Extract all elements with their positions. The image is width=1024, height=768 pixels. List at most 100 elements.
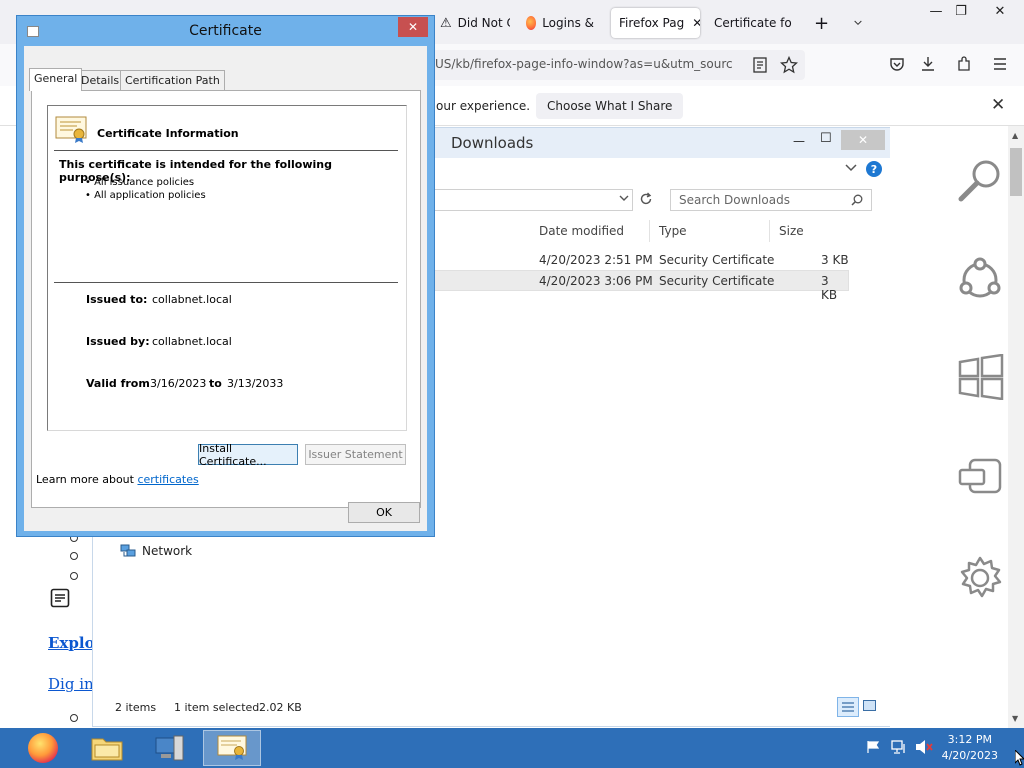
devices-charm-icon[interactable] <box>958 458 1002 498</box>
tab-logins[interactable]: Logins & <box>518 8 602 38</box>
tab-did-not[interactable]: ⚠ Did Not C <box>432 8 510 38</box>
close-window-icon[interactable]: ✕ <box>985 0 1015 22</box>
general-tab-panel: Certificate Information This certificate… <box>31 90 421 508</box>
volume-muted-icon[interactable] <box>915 739 933 755</box>
download-icon[interactable] <box>920 56 936 72</box>
row-size: 3 KB <box>821 253 849 267</box>
issuer-statement-button: Issuer Statement <box>305 444 406 465</box>
column-header-type[interactable]: Type <box>659 224 687 238</box>
tab-label: Did Not C <box>457 16 510 30</box>
help-icon[interactable]: ? <box>866 161 882 177</box>
tab-certification-path[interactable]: Certification Path <box>120 70 225 90</box>
file-row[interactable]: 4/20/2023 2:51 PM Security Certificate 3… <box>433 249 849 270</box>
divider <box>54 150 398 151</box>
explorer-title: Downloads <box>451 134 534 152</box>
bookmark-star-icon[interactable] <box>780 56 798 74</box>
tab-label: Logins & <box>542 16 594 30</box>
column-header-size[interactable]: Size <box>779 224 804 238</box>
install-certificate-button[interactable]: Install Certificate... <box>198 442 298 468</box>
windows-start-charm-icon[interactable] <box>958 354 1004 400</box>
scroll-up-icon[interactable]: ▲ <box>1012 131 1018 140</box>
close-dialog-icon[interactable]: ✕ <box>398 17 428 37</box>
tab-details[interactable]: Details <box>76 70 125 90</box>
notification-text: our experience. <box>436 99 531 113</box>
network-icon <box>120 544 136 557</box>
purpose-item: • All application policies <box>85 190 206 201</box>
maximize-icon[interactable]: ❐ <box>946 0 976 22</box>
column-divider[interactable] <box>769 220 770 242</box>
column-divider[interactable] <box>649 220 650 242</box>
taskbar: 3:12 PM 4/20/2023 <box>0 728 1024 768</box>
tab-label: Firefox Pag <box>619 16 685 30</box>
certificate-dialog: Certificate ✕ General Details Certificat… <box>16 15 435 537</box>
network-label: Network <box>142 544 193 558</box>
mouse-cursor-icon <box>1015 750 1024 766</box>
taskbar-clock[interactable]: 3:12 PM 4/20/2023 <box>942 732 998 764</box>
taskbar-certificate[interactable] <box>203 730 261 766</box>
purpose-text: All issuance policies <box>94 177 195 188</box>
network-tray-icon[interactable] <box>891 740 907 754</box>
flag-icon[interactable] <box>866 740 880 754</box>
ok-button[interactable]: OK <box>348 502 420 523</box>
minimize-icon[interactable]: — <box>793 134 805 148</box>
chevron-down-icon[interactable] <box>845 164 857 172</box>
issued-by-label: Issued by: <box>86 335 150 348</box>
purpose-item: • All issuance policies <box>85 177 195 188</box>
search-charm-icon[interactable] <box>956 156 1004 204</box>
scrollbar-thumb[interactable] <box>1010 148 1022 196</box>
file-row-selected[interactable]: 4/20/2023 3:06 PM Security Certificate 3… <box>433 270 849 302</box>
status-selected: 1 item selected <box>174 701 260 714</box>
pocket-icon[interactable] <box>889 56 905 72</box>
address-bar[interactable] <box>433 189 633 211</box>
new-tab-icon[interactable]: + <box>806 8 830 38</box>
refresh-icon[interactable] <box>639 192 653 206</box>
info-heading: Certificate Information <box>97 127 239 140</box>
firefox-icon <box>526 16 537 30</box>
close-tab-icon[interactable]: ✕ <box>692 16 700 30</box>
large-icons-view-icon[interactable] <box>863 700 876 711</box>
chevron-down-icon[interactable] <box>619 195 629 202</box>
taskbar-firefox[interactable] <box>14 730 72 766</box>
share-charm-icon[interactable] <box>956 254 1004 302</box>
dialog-title-bar: Certificate ✕ <box>17 16 434 46</box>
search-downloads-input[interactable]: Search Downloads <box>670 189 872 211</box>
choose-what-i-share-button[interactable]: Choose What I Share <box>536 93 684 119</box>
maximize-icon[interactable]: ☐ <box>820 131 832 146</box>
tab-label: Certificate for <box>714 16 792 30</box>
search-icon[interactable] <box>851 194 863 206</box>
url-bar[interactable]: US/kb/firefox-page-info-window?as=u&utm_… <box>425 50 805 80</box>
taskbar-server-manager[interactable] <box>141 730 199 766</box>
certificates-link[interactable]: certificates <box>137 473 198 486</box>
clock-date: 4/20/2023 <box>941 749 998 762</box>
extensions-icon[interactable] <box>956 56 972 72</box>
certificate-icon <box>55 116 87 144</box>
row-type: Security Certificate <box>659 253 775 267</box>
tab-general[interactable]: General <box>29 68 83 91</box>
taskbar-file-explorer[interactable] <box>78 730 136 766</box>
reader-view-icon[interactable] <box>753 57 767 73</box>
settings-gear-icon[interactable] <box>958 556 1002 600</box>
valid-to-label: to <box>209 377 222 390</box>
divider <box>54 282 398 283</box>
row-date: 4/20/2023 3:06 PM <box>539 274 653 288</box>
list-bullet <box>70 572 78 580</box>
scroll-down-icon[interactable]: ▼ <box>1012 714 1018 723</box>
close-explorer-icon[interactable]: ✕ <box>841 130 885 150</box>
page-scrollbar[interactable]: ▲ ▼ <box>1008 126 1024 730</box>
document-icon <box>50 588 70 608</box>
menu-icon[interactable] <box>992 56 1008 72</box>
nav-item-network[interactable]: Network <box>120 544 192 558</box>
column-header-date[interactable]: Date modified <box>539 224 624 238</box>
learn-more-prefix: Learn more about <box>36 473 134 486</box>
tab-firefox-page[interactable]: Firefox Pag ✕ <box>611 8 700 38</box>
row-size: 3 KB <box>821 274 838 302</box>
dialog-body: General Details Certification Path Certi… <box>24 46 427 531</box>
details-view-icon[interactable] <box>837 697 859 717</box>
valid-from-label: Valid from <box>86 377 150 390</box>
list-bullet <box>70 714 78 722</box>
close-notification-icon[interactable]: ✕ <box>991 95 1005 115</box>
chevron-down-icon[interactable] <box>846 8 870 38</box>
tab-certificate[interactable]: Certificate for <box>706 8 792 38</box>
server-manager-icon <box>155 735 184 761</box>
url-text[interactable]: US/kb/firefox-page-info-window?as=u&utm_… <box>435 57 733 71</box>
